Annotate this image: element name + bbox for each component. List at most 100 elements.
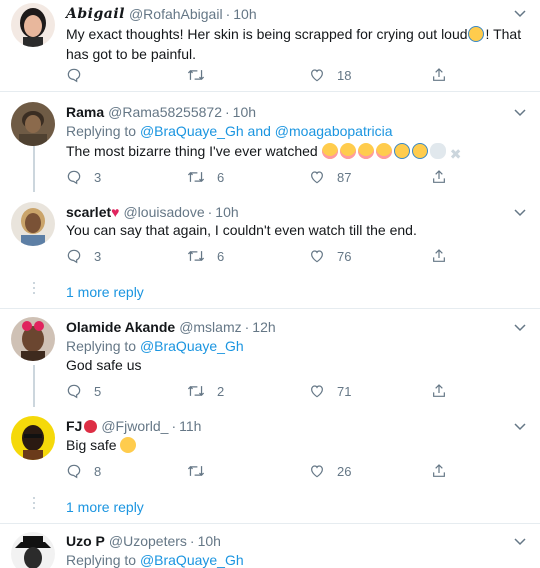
like-button[interactable]: 71 — [309, 381, 351, 401]
caret-down-icon[interactable] — [514, 324, 526, 332]
timestamp[interactable]: 11h — [179, 417, 201, 435]
avatar[interactable] — [11, 102, 55, 146]
retweet-button[interactable] — [187, 461, 217, 481]
tweet-header: Rama @Rama58255872 · 10h — [66, 103, 256, 121]
caret-down-icon[interactable] — [514, 423, 526, 431]
replying-to-link[interactable]: @BraQuaye_Gh — [140, 338, 244, 354]
caret-down-icon[interactable] — [514, 209, 526, 217]
screaming-face-emoji — [393, 143, 410, 159]
timestamp[interactable]: 10h — [215, 203, 238, 221]
replying-to: Replying to @BraQuaye_Gh — [66, 337, 244, 355]
user-handle[interactable]: @Rama58255872 — [108, 103, 222, 121]
avatar-olamide-image — [11, 317, 55, 361]
tweet-scarlet[interactable]: scarlet ♥ @louisadove · 10h You can say t… — [0, 196, 540, 276]
reply-icon — [67, 384, 81, 399]
retweet-icon — [187, 465, 205, 477]
reply-count: 5 — [94, 383, 102, 399]
retweet-count: 6 — [217, 169, 225, 185]
share-icon — [433, 170, 445, 183]
tweet-uzo[interactable]: Uzo P @Uzopeters · 10h Replying to @BraQ… — [0, 524, 540, 568]
share-button[interactable] — [431, 167, 447, 187]
timestamp[interactable]: 10h — [198, 532, 221, 550]
flushed-face-emoji — [321, 143, 338, 159]
replying-to-link[interactable]: @BraQuaye_Gh — [140, 552, 244, 568]
avatar[interactable] — [11, 202, 55, 246]
retweet-icon — [187, 171, 205, 183]
share-button[interactable] — [431, 461, 447, 481]
show-more-replies-link[interactable]: 1 more reply — [66, 498, 144, 516]
retweet-button[interactable]: 2 — [187, 381, 224, 401]
tweet-rama[interactable]: Rama @Rama58255872 · 10h Replying to @Br… — [0, 92, 540, 196]
display-name[interactable]: Uzo P — [66, 532, 105, 550]
thread-line — [33, 146, 35, 192]
replying-to-link[interactable]: @moagabopatricia — [275, 123, 393, 139]
display-name[interactable]: Abigail — [66, 5, 125, 23]
replying-to-label: Replying to — [66, 552, 137, 568]
timestamp[interactable]: 10h — [233, 5, 256, 23]
avatar[interactable] — [11, 3, 55, 47]
tweet-actions: 5 2 71 — [66, 381, 466, 401]
reply-icon — [67, 170, 81, 185]
display-name[interactable]: FJ — [66, 417, 82, 435]
share-button[interactable] — [431, 381, 447, 401]
user-handle[interactable]: @Uzopeters — [109, 532, 187, 550]
share-button[interactable] — [431, 65, 447, 85]
like-count: 18 — [337, 67, 352, 83]
display-name[interactable]: Olamide Akande — [66, 318, 175, 336]
tweet-abigail[interactable]: Abigail @RofahAbigail · 10h My exact tho… — [0, 0, 540, 91]
user-handle[interactable]: @mslamz — [179, 318, 241, 336]
like-count: 71 — [337, 383, 352, 399]
reply-button[interactable]: 5 — [66, 381, 101, 401]
reply-button[interactable] — [66, 65, 94, 85]
tweet-text: The most bizarre thing I've ever watched… — [66, 141, 526, 162]
like-button[interactable]: 18 — [309, 65, 351, 85]
tweet-header: scarlet ♥ @louisadove · 10h — [66, 203, 239, 221]
caret-down-icon[interactable] — [514, 538, 526, 546]
retweet-button[interactable]: 6 — [187, 246, 224, 266]
avatar[interactable] — [11, 532, 55, 568]
reply-button[interactable]: 3 — [66, 167, 101, 187]
tweet-text-main: The most bizarre thing I've ever watched — [66, 143, 318, 159]
separator-dot: · — [171, 418, 177, 434]
retweet-button[interactable] — [187, 65, 217, 85]
like-count: 26 — [337, 463, 352, 479]
user-handle[interactable]: @RofahAbigail — [129, 5, 223, 23]
like-count: 87 — [337, 169, 352, 185]
persevering-face-emoji — [120, 437, 137, 453]
timestamp[interactable]: 12h — [252, 318, 275, 336]
caret-down-icon[interactable] — [514, 10, 526, 18]
caret-down-icon[interactable] — [514, 109, 526, 117]
skull-emoji — [429, 143, 446, 159]
avatar[interactable] — [11, 416, 55, 460]
timestamp[interactable]: 10h — [233, 103, 256, 121]
replying-to-link[interactable]: @BraQuaye_Gh — [140, 123, 244, 139]
crossbones-emoji: ✖ — [449, 146, 462, 162]
like-button[interactable]: 87 — [309, 167, 351, 187]
user-handle[interactable]: @Fjworld_ — [101, 417, 168, 435]
tweet-actions: 18 — [66, 65, 466, 85]
tweet-header: Abigail @RofahAbigail · 10h — [66, 5, 257, 23]
reply-button[interactable]: 8 — [66, 461, 101, 481]
display-name[interactable]: scarlet — [66, 203, 111, 221]
retweet-icon — [187, 385, 205, 397]
like-button[interactable]: 76 — [309, 246, 351, 266]
reply-count: 3 — [94, 169, 102, 185]
screaming-face-emoji — [411, 143, 428, 159]
reply-icon — [67, 68, 81, 83]
user-handle[interactable]: @louisadove — [123, 203, 204, 221]
avatar-rama-image — [11, 102, 55, 146]
tweet-fj[interactable]: FJ @Fjworld_ · 11h Big safe 8 26 — [0, 409, 540, 489]
avatar[interactable] — [11, 317, 55, 361]
retweet-button[interactable]: 6 — [187, 167, 224, 187]
tweet-olamide[interactable]: Olamide Akande @mslamz · 12h Replying to… — [0, 309, 540, 405]
tweet-text: God safe us — [66, 355, 526, 375]
retweet-count: 6 — [217, 248, 225, 264]
display-name[interactable]: Rama — [66, 103, 104, 121]
reply-button[interactable]: 3 — [66, 246, 101, 266]
share-button[interactable] — [431, 246, 447, 266]
show-more-replies-link[interactable]: 1 more reply — [66, 283, 144, 301]
tweet-text-main: My exact thoughts! Her skin is being scr… — [66, 26, 468, 42]
like-button[interactable]: 26 — [309, 461, 351, 481]
avatar-fj-image — [11, 416, 55, 460]
thread-dots — [32, 282, 36, 297]
